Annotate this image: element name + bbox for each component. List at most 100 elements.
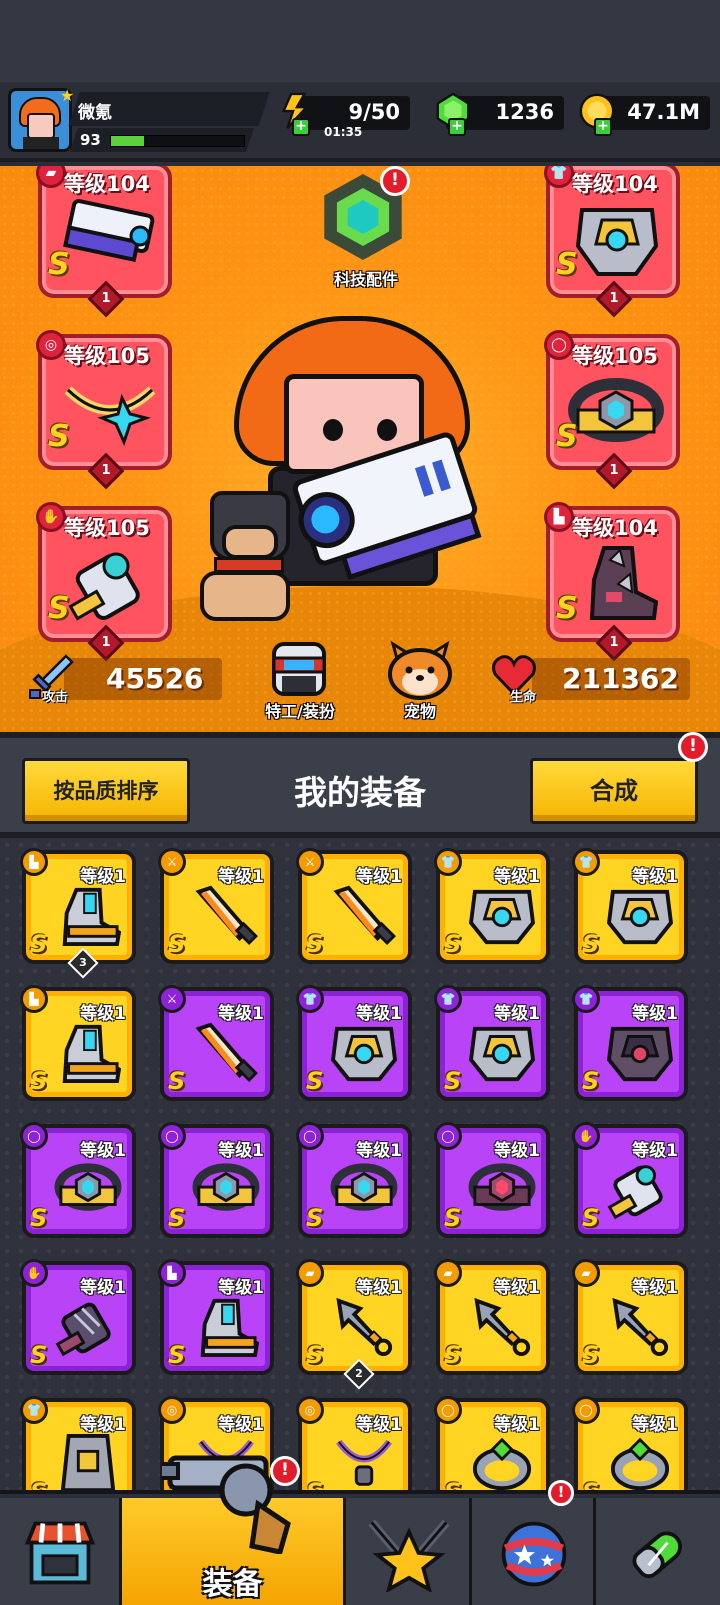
- equipment-card[interactable]: ◯ 等级1 S: [158, 1122, 274, 1238]
- equipment-card[interactable]: 👕 等级1 S: [572, 985, 688, 1101]
- kunai-slot-icon: ▰: [434, 1259, 462, 1287]
- item-rank: S: [306, 930, 324, 958]
- add-gold-button[interactable]: +: [594, 118, 612, 136]
- equipment-card[interactable]: ◯ 等级1 S: [434, 1122, 550, 1238]
- equipment-card[interactable]: ◯ 等级1 S: [572, 1396, 688, 1495]
- item-rank: S: [444, 930, 462, 958]
- item-rank: S: [168, 1067, 186, 1095]
- equipment-card[interactable]: ▰ 等级1 S: [434, 1259, 550, 1375]
- gauntlet-icon: [68, 552, 140, 621]
- equip-slot-belt[interactable]: ◯ 等级105 S 1: [544, 330, 680, 490]
- stack-count-badge: 2: [343, 1358, 375, 1390]
- agent-helmet-icon: [272, 642, 326, 696]
- armor-slot-icon: 👕: [434, 848, 462, 876]
- necklace-icon: [64, 386, 156, 447]
- blade-slot-icon: ⚔: [158, 848, 186, 876]
- equip-slot-weapon[interactable]: ▰ 等级104 S 1: [36, 166, 172, 318]
- add-energy-button[interactable]: +: [292, 118, 310, 136]
- tab-potions[interactable]: [596, 1498, 720, 1605]
- boots-slot-icon: ▙: [158, 1259, 186, 1287]
- pet-dog: [190, 491, 300, 631]
- item-rank: S: [168, 1341, 186, 1369]
- item-rank: S: [30, 1204, 48, 1232]
- item-rank: S: [30, 1341, 48, 1369]
- item-rank: S: [582, 1204, 600, 1232]
- necklace-slot-icon: ◎: [158, 1396, 186, 1424]
- slot-rank: S: [556, 247, 578, 282]
- equipment-card[interactable]: ⚔ 等级1 S: [158, 848, 274, 964]
- equipment-card[interactable]: ▰ 等级1 S: [572, 1259, 688, 1375]
- add-gems-button[interactable]: +: [448, 118, 466, 136]
- stack-count-badge: 3: [67, 947, 99, 979]
- vest-icon: [60, 1433, 116, 1493]
- xp-progress-bar: [110, 135, 245, 147]
- item-rank: S: [306, 1341, 324, 1369]
- equipment-card[interactable]: 👕 等级1 S: [434, 985, 550, 1101]
- agent-outfit-button[interactable]: [268, 640, 330, 698]
- equipment-card[interactable]: 👕 等级1 S: [296, 985, 412, 1101]
- equipment-card[interactable]: ✋ 等级1 S: [572, 1122, 688, 1238]
- dark-armor-icon: [606, 1026, 674, 1082]
- item-rank: S: [306, 1204, 324, 1232]
- equipment-card[interactable]: ▰ 等级1 S 2: [296, 1259, 412, 1390]
- pet-button[interactable]: [385, 638, 455, 700]
- blade-slot-icon: ⚔: [296, 848, 324, 876]
- equipment-card[interactable]: ▙ 等级1 S: [158, 1259, 274, 1375]
- slot-rank: S: [48, 247, 70, 282]
- ring-icon: [610, 1437, 670, 1491]
- boots-icon: [62, 1024, 122, 1083]
- blade-icon: [333, 885, 396, 946]
- equipment-card[interactable]: ✋ 等级1 S: [20, 1259, 136, 1375]
- equipment-grid: ▙ 等级1 S 3 ⚔ 等级1 S ⚔ 等级1 S 👕 等级1 S 👕 等级1 S ▙ 等级1 S ⚔ 等级1 S 👕 等级1…: [0, 838, 720, 1495]
- equipment-card[interactable]: ▙ 等级1 S: [20, 985, 136, 1101]
- merge-button[interactable]: 合成: [530, 758, 698, 824]
- slot-level: 等级105: [572, 344, 658, 368]
- equipment-card[interactable]: 👕 等级1 S: [572, 848, 688, 964]
- sort-by-quality-button[interactable]: 按品质排序: [22, 758, 190, 824]
- equipment-card[interactable]: ⚔ 等级1 S: [158, 985, 274, 1101]
- spiked-boot-icon: [589, 546, 659, 620]
- equip-slot-glove[interactable]: ✋ 等级105 S 1: [36, 502, 172, 662]
- status-bar-area: [0, 0, 720, 82]
- tab-world[interactable]: [472, 1498, 596, 1605]
- equipment-card[interactable]: ◯ 等级1 S: [296, 1122, 412, 1238]
- slot-rank: S: [48, 419, 70, 454]
- star-swords-icon: [368, 1519, 450, 1592]
- inventory-title: 我的装备: [294, 773, 426, 812]
- blade-icon: [195, 885, 258, 946]
- blade-icon: [195, 1022, 258, 1083]
- vest-slot-icon: 👕: [20, 1396, 48, 1424]
- tech-parts-label: 科技配件: [333, 270, 398, 289]
- armor-icon: [468, 1026, 536, 1082]
- equipment-card[interactable]: 👕 等级1 S: [20, 1396, 136, 1495]
- equip-slot-necklace[interactable]: ◎ 等级105 S 1: [36, 330, 172, 490]
- kunai-slot-icon: ▰: [296, 1259, 324, 1287]
- slot-level: 等级105: [64, 344, 150, 368]
- ring-icon: [472, 1437, 532, 1491]
- equipment-card[interactable]: ◯ 等级1 S: [434, 1396, 550, 1495]
- tab-shop[interactable]: [0, 1498, 122, 1605]
- tab-equipment[interactable]: 装备: [122, 1455, 346, 1605]
- equip-slot-armor[interactable]: 👕 等级104 S 1: [544, 166, 680, 318]
- blade-slot-icon: ⚔: [158, 985, 186, 1013]
- item-rank: S: [306, 1067, 324, 1095]
- energy-value: 9/50: [348, 100, 400, 124]
- dark-belt-slot-icon: ◯: [434, 1122, 462, 1150]
- equipment-card[interactable]: ◯ 等级1 S: [20, 1122, 136, 1238]
- equip-slot-boots[interactable]: ▙ 等级104 S 1: [544, 502, 680, 662]
- belt-slot-icon: ◯: [20, 1122, 48, 1150]
- tab-talents[interactable]: [346, 1498, 472, 1605]
- equipment-card[interactable]: ◎等级1S: [296, 1396, 412, 1495]
- slot-rank: S: [48, 591, 70, 626]
- kunai-icon: [474, 1297, 531, 1357]
- equipment-card[interactable]: 👕 等级1 S: [434, 848, 550, 964]
- equipment-card[interactable]: ▙ 等级1 S 3: [20, 848, 136, 979]
- belt-icon: [568, 378, 664, 442]
- attack-value: 45526: [106, 662, 204, 695]
- equipment-card[interactable]: ⚔ 等级1 S: [296, 848, 412, 964]
- belt-slot-icon: ◯: [296, 1122, 324, 1150]
- attack-label: 攻击: [42, 690, 69, 705]
- laser-gun-icon: [63, 199, 155, 263]
- kunai-icon: [336, 1297, 393, 1357]
- player-name: 微氪: [78, 103, 112, 123]
